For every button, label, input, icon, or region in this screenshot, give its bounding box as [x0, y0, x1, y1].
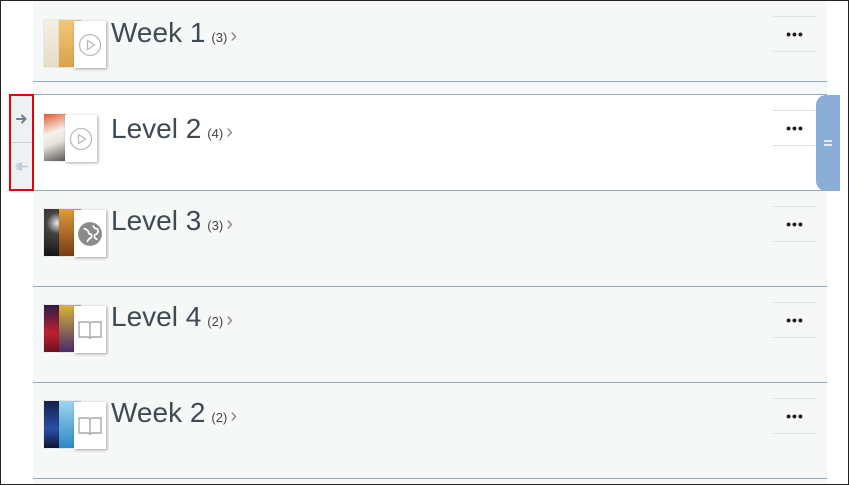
- more-options-button[interactable]: •••: [773, 110, 817, 146]
- section-row-level-3[interactable]: Level 3 (3) › •••: [33, 191, 827, 287]
- arrow-right-icon[interactable]: [11, 96, 32, 142]
- section-row-week-1[interactable]: Week 1 (3) › •••: [33, 1, 827, 82]
- chevron-right-icon[interactable]: ›: [226, 121, 233, 143]
- cover-thumbnail: [44, 114, 66, 161]
- chevron-right-icon[interactable]: ›: [226, 309, 233, 331]
- section-row-week-2[interactable]: Week 2 (2) › •••: [33, 383, 827, 479]
- item-count: (3): [207, 218, 224, 233]
- reading-list-panel: Week 1 (3) › ••• Level 2 (4) › ••• Level…: [0, 0, 849, 485]
- section-title-text[interactable]: Level 4: [111, 301, 201, 332]
- drag-handle-icon[interactable]: [816, 95, 840, 191]
- book-icon: [74, 402, 106, 449]
- section-list: Week 1 (3) › ••• Level 2 (4) › ••• Level…: [33, 1, 827, 484]
- more-options-button[interactable]: •••: [773, 398, 817, 434]
- section-thumbnails: [44, 305, 108, 353]
- chevron-right-icon[interactable]: ›: [230, 25, 237, 47]
- section-title-text[interactable]: Week 1: [111, 17, 205, 48]
- section-thumbnails: [44, 209, 108, 257]
- globe-icon: [74, 210, 106, 257]
- section-title[interactable]: Week 1 (3) ›: [111, 17, 237, 49]
- item-count: (4): [207, 126, 224, 141]
- section-thumbnails: [44, 20, 108, 68]
- more-options-button[interactable]: •••: [773, 206, 817, 242]
- section-title[interactable]: Week 2 (2) ›: [111, 397, 237, 429]
- item-count: (2): [211, 410, 228, 425]
- section-title[interactable]: Level 3 (3) ›: [111, 205, 233, 237]
- section-row-level-4[interactable]: Level 4 (2) › •••: [33, 287, 827, 383]
- play-icon: [74, 21, 106, 68]
- play-icon: [65, 115, 97, 162]
- arrow-left-icon[interactable]: [11, 142, 32, 189]
- section-title[interactable]: Level 2 (4) ›: [111, 113, 233, 145]
- chevron-right-icon[interactable]: ›: [230, 405, 237, 427]
- more-options-button[interactable]: •••: [773, 302, 817, 338]
- section-row-level-2[interactable]: Level 2 (4) › •••: [33, 94, 827, 191]
- section-title[interactable]: Level 4 (2) ›: [111, 301, 233, 333]
- section-thumbnails: [44, 401, 108, 449]
- more-options-button[interactable]: •••: [773, 16, 817, 52]
- chevron-right-icon[interactable]: ›: [226, 213, 233, 235]
- book-icon: [74, 306, 106, 353]
- section-thumbnails: [44, 114, 108, 162]
- item-count: (2): [207, 314, 224, 329]
- section-title-text[interactable]: Level 2: [111, 113, 201, 144]
- item-count: (3): [211, 30, 228, 45]
- section-title-text[interactable]: Level 3: [111, 205, 201, 236]
- move-section-tools: [9, 94, 34, 191]
- section-title-text[interactable]: Week 2: [111, 397, 205, 428]
